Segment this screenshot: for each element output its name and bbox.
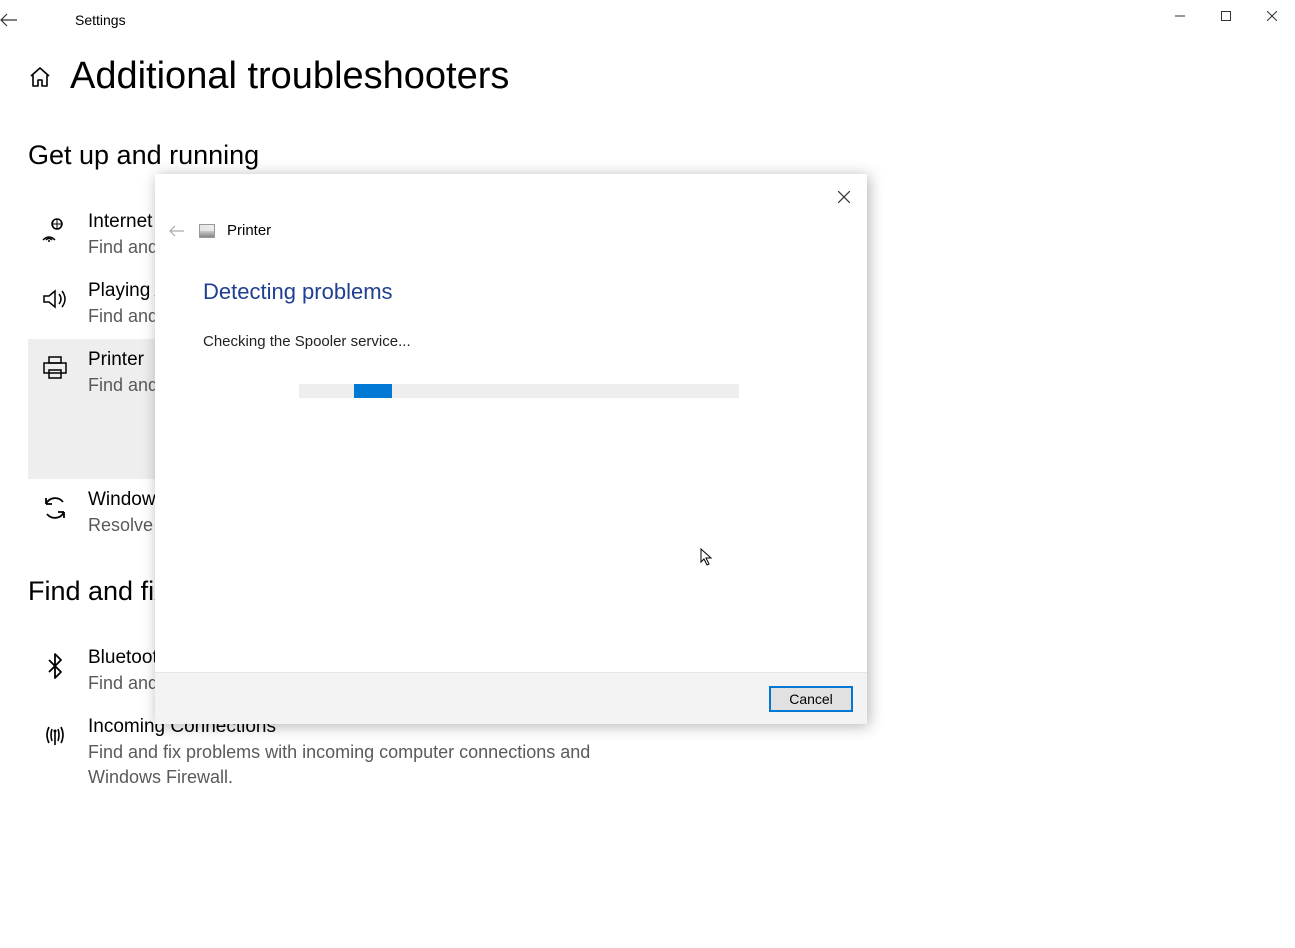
dialog-back-button xyxy=(167,225,187,237)
sync-icon xyxy=(40,493,70,523)
close-button[interactable] xyxy=(1249,0,1295,32)
dialog-body: Detecting problems Checking the Spooler … xyxy=(155,239,867,408)
maximize-button[interactable] xyxy=(1203,0,1249,32)
window-controls xyxy=(1157,0,1295,32)
troubleshooter-dialog: Printer Detecting problems Checking the … xyxy=(155,174,867,724)
dialog-status-text: Checking the Spooler service... xyxy=(203,333,819,350)
page-header: Additional troubleshooters xyxy=(28,55,1267,98)
section-title-1: Get up and running xyxy=(28,140,1267,171)
home-icon[interactable] xyxy=(28,65,52,89)
page-title: Additional troubleshooters xyxy=(70,55,509,98)
dialog-header: Printer xyxy=(155,174,867,239)
back-button[interactable] xyxy=(0,13,45,27)
bluetooth-icon xyxy=(40,651,70,681)
speaker-icon xyxy=(40,284,70,314)
titlebar: Settings xyxy=(0,0,1295,40)
troubleshooter-desc: Find and fix problems with incoming comp… xyxy=(88,740,636,790)
progress-fill xyxy=(354,384,392,398)
minimize-button[interactable] xyxy=(1157,0,1203,32)
antenna-icon xyxy=(40,720,70,750)
dialog-footer: Cancel xyxy=(155,672,867,724)
dialog-title: Printer xyxy=(227,222,271,239)
window-title: Settings xyxy=(45,12,126,28)
dialog-heading: Detecting problems xyxy=(203,279,819,305)
printer-small-icon xyxy=(199,224,215,238)
dialog-close-button[interactable] xyxy=(829,182,859,212)
cancel-button[interactable]: Cancel xyxy=(769,686,853,712)
globe-wifi-icon xyxy=(40,215,70,245)
printer-icon xyxy=(40,353,70,383)
progress-bar xyxy=(299,384,739,398)
